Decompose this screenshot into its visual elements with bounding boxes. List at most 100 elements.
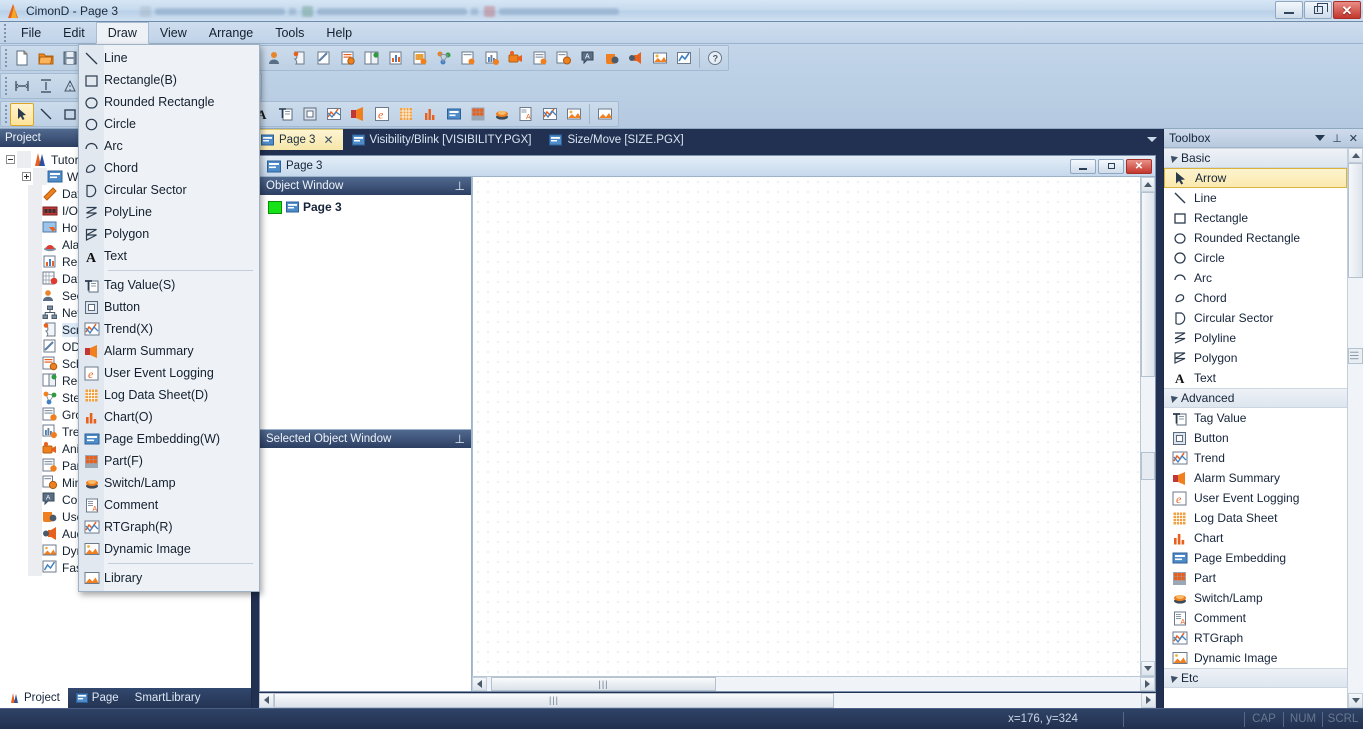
recipe-icon[interactable] (360, 47, 384, 70)
object-window-list[interactable]: Page 3 (260, 195, 471, 429)
scroll-down-icon[interactable] (1141, 661, 1155, 676)
vscroll-thumb-lower[interactable] (1141, 452, 1155, 480)
part2-icon[interactable] (528, 47, 552, 70)
doc-tab-visibility-blink[interactable]: Visibility/Blink [VISIBILITY.PGX] (343, 129, 541, 150)
open-icon[interactable] (34, 47, 58, 70)
toolbox-scrollbar[interactable]: ||| (1347, 148, 1363, 708)
menu-arrange[interactable]: Arrange (198, 22, 264, 43)
menu-item-trend[interactable]: Trend(X) (79, 318, 259, 340)
hscroll-thumb[interactable]: ||| (491, 677, 716, 691)
menu-item-tag-value[interactable]: Tag Value(S) (79, 274, 259, 296)
menu-item-line[interactable]: Line (79, 47, 259, 69)
toolbox-item-arrow[interactable]: Arrow (1164, 168, 1347, 188)
toolbox-item-line[interactable]: Line (1164, 188, 1347, 208)
log-data-sheet-icon[interactable] (394, 103, 418, 126)
hscroll-track[interactable]: ||| (487, 677, 1140, 691)
scroll-left-icon[interactable] (472, 677, 487, 691)
toolbox-item-switch-lamp[interactable]: Switch/Lamp (1164, 588, 1347, 608)
minute-icon[interactable] (552, 47, 576, 70)
mdi-hscroll-thumb[interactable]: ||| (274, 692, 834, 708)
scroll-up-icon[interactable] (1348, 148, 1363, 163)
menu-item-page-embedding[interactable]: Page Embedding(W) (79, 428, 259, 450)
vscroll-thumb[interactable] (1141, 192, 1155, 377)
scroll-up-icon[interactable] (1141, 177, 1155, 192)
toolbox-item-button[interactable]: Button (1164, 428, 1347, 448)
toolbox-item-page-embedding[interactable]: Page Embedding (1164, 548, 1347, 568)
chart-icon[interactable] (418, 103, 442, 126)
pin-icon[interactable]: ⊥ (455, 432, 465, 446)
user-event-logging-icon[interactable]: e (370, 103, 394, 126)
toolbox-item-rtgraph[interactable]: RTGraph (1164, 628, 1347, 648)
chevron-down-icon[interactable] (1315, 135, 1326, 141)
dynamic-icon[interactable] (648, 47, 672, 70)
doc-tabs-overflow-icon[interactable] (1147, 129, 1157, 150)
menu-item-log-data-sheet[interactable]: Log Data Sheet(D) (79, 384, 259, 406)
help-icon[interactable]: ? (703, 47, 727, 70)
menu-tools[interactable]: Tools (264, 22, 315, 43)
selected-object-window-list[interactable] (260, 448, 471, 691)
user-icon[interactable] (600, 47, 624, 70)
scroll-right-icon[interactable] (1141, 692, 1156, 708)
menu-item-comment[interactable]: A Comment (79, 494, 259, 516)
toolbox-item-text[interactable]: A Text (1164, 368, 1347, 388)
menu-item-library[interactable]: Library (79, 567, 259, 589)
align-center-icon[interactable] (34, 75, 58, 98)
menu-item-switch-lamp[interactable]: Switch/Lamp (79, 472, 259, 494)
menu-help[interactable]: Help (315, 22, 363, 43)
line-icon[interactable] (34, 103, 58, 126)
menu-file[interactable]: File (10, 22, 52, 43)
part-icon[interactable] (466, 103, 490, 126)
toolbox-item-log-data-sheet[interactable]: Log Data Sheet (1164, 508, 1347, 528)
toolbox-scroll-track[interactable]: ||| (1348, 163, 1363, 693)
switch-lamp-icon[interactable] (490, 103, 514, 126)
menu-item-chord[interactable]: Chord (79, 157, 259, 179)
menu-item-rounded-rectangle[interactable]: Rounded Rectangle (79, 91, 259, 113)
menu-edit[interactable]: Edit (52, 22, 96, 43)
group-icon[interactable] (456, 47, 480, 70)
new-icon[interactable] (10, 47, 34, 70)
vscroll-track[interactable] (1141, 192, 1155, 661)
toolbox-item-circular-sector[interactable]: Circular Sector (1164, 308, 1347, 328)
toolbox-item-alarm-summary[interactable]: Alarm Summary (1164, 468, 1347, 488)
close-icon[interactable]: ✕ (1349, 132, 1358, 145)
canvas-horizontal-scrollbar[interactable]: ||| (472, 676, 1155, 691)
menu-item-dynamic-image[interactable]: Dynamic Image (79, 538, 259, 560)
menu-item-text[interactable]: A Text (79, 245, 259, 267)
minimize-icon[interactable] (1275, 1, 1303, 19)
trend2-icon[interactable] (480, 47, 504, 70)
toolbox-item-rectangle[interactable]: Rectangle (1164, 208, 1347, 228)
toolbox-item-comment[interactable]: A Comment (1164, 608, 1347, 628)
rtgraph-icon[interactable] (538, 103, 562, 126)
panel-tab-smartlibrary[interactable]: SmartLibrary (127, 688, 209, 708)
menu-item-user-event-logging[interactable]: e User Event Logging (79, 362, 259, 384)
menu-item-part[interactable]: Part(F) (79, 450, 259, 472)
audio-icon[interactable] (624, 47, 648, 70)
doc-tab-page3[interactable]: Page 3 ✕ (252, 129, 343, 150)
toolbox-item-user-event-logging[interactable]: e User Event Logging (1164, 488, 1347, 508)
arrow-icon[interactable] (10, 102, 34, 126)
toolbox-item-tag-value[interactable]: Tag Value (1164, 408, 1347, 428)
toolbox-group-advanced[interactable]: Advanced (1164, 388, 1347, 408)
restore-icon[interactable] (1098, 158, 1124, 174)
fasttrend-icon[interactable] (672, 47, 696, 70)
close-icon[interactable]: ✕ (323, 133, 333, 147)
animation-icon[interactable] (504, 47, 528, 70)
menu-item-circle[interactable]: Circle (79, 113, 259, 135)
toolbox-item-trend[interactable]: Trend (1164, 448, 1347, 468)
menu-item-chart[interactable]: Chart(O) (79, 406, 259, 428)
scroll-right-icon[interactable] (1140, 677, 1155, 691)
panel-tab-page[interactable]: Page (68, 688, 127, 708)
mdi-hscroll-track[interactable]: ||| (274, 692, 1141, 708)
toolbox-item-circle[interactable]: Circle (1164, 248, 1347, 268)
list-item[interactable]: Page 3 (268, 200, 471, 214)
minimize-icon[interactable] (1070, 158, 1096, 174)
align-left-icon[interactable] (10, 75, 34, 98)
restore-icon[interactable] (1304, 1, 1332, 19)
odbc-icon[interactable] (312, 47, 336, 70)
doc-tab-size-move[interactable]: Size/Move [SIZE.PGX] (540, 129, 692, 150)
canvas-vertical-scrollbar[interactable] (1140, 177, 1155, 676)
mdi-horizontal-scrollbar[interactable]: ||| (259, 692, 1156, 708)
close-icon[interactable]: ✕ (1126, 158, 1152, 174)
button-icon[interactable] (298, 103, 322, 126)
toolbox-group-basic[interactable]: Basic (1164, 148, 1347, 168)
